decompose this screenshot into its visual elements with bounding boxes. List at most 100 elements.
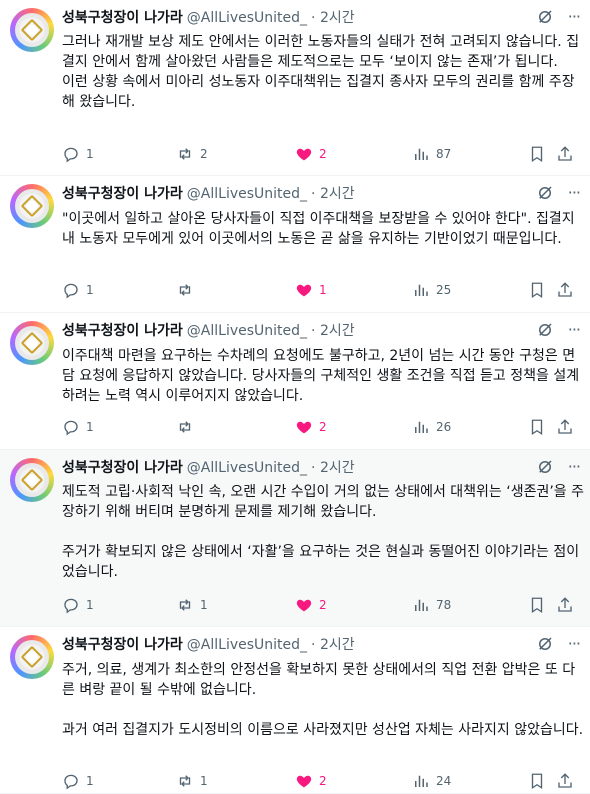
like-icon [295, 145, 313, 163]
like-button[interactable]: 1 [295, 280, 327, 300]
grok-icon[interactable] [536, 321, 554, 339]
timestamp[interactable]: · 2시간 [311, 460, 355, 476]
reply-icon [62, 418, 80, 436]
more-icon[interactable]: ··· [568, 8, 581, 26]
views-count: 78 [436, 598, 452, 612]
views-button[interactable]: 24 [412, 771, 451, 791]
more-icon[interactable]: ··· [568, 184, 581, 202]
bookmark-icon [528, 281, 546, 299]
reply-button[interactable]: 1 [62, 771, 94, 791]
bookmark-button[interactable] [528, 595, 546, 615]
views-button[interactable]: 26 [412, 417, 451, 437]
like-count: 2 [319, 598, 327, 612]
more-icon[interactable]: ··· [568, 458, 581, 476]
display-name[interactable]: 성북구청장이 나가라 [62, 323, 183, 339]
header-actions: ··· [536, 8, 581, 26]
bookmark-button[interactable] [528, 280, 546, 300]
reply-button[interactable]: 1 [62, 280, 94, 300]
timestamp[interactable]: · 2시간 [311, 323, 355, 339]
repost-button[interactable] [176, 280, 200, 300]
user-handle[interactable]: @AllLivesUnited_ [187, 10, 307, 26]
user-handle[interactable]: @AllLivesUnited_ [187, 186, 307, 202]
timestamp[interactable]: · 2시간 [311, 10, 355, 26]
reply-button[interactable]: 1 [62, 417, 94, 437]
bookmark-icon [528, 596, 546, 614]
share-button[interactable] [556, 280, 574, 300]
avatar[interactable] [10, 458, 54, 502]
timestamp[interactable]: · 2시간 [311, 186, 355, 202]
avatar[interactable] [10, 8, 54, 52]
tweet[interactable]: 성북구청장이 나가라 @AllLivesUnited_ · 2시간 ··· 제도적 고립… [0, 450, 590, 627]
like-button[interactable]: 2 [295, 417, 327, 437]
repost-button[interactable]: 1 [176, 771, 208, 791]
tweet-paragraph: 과거 여러 집결지가 도시정비의 이름으로 사라졌지만 성산업 자체는 사라지지… [62, 722, 584, 738]
like-button[interactable]: 2 [295, 595, 327, 615]
grok-icon[interactable] [536, 8, 554, 26]
repost-icon [176, 418, 194, 436]
bookmark-button[interactable] [528, 417, 546, 437]
views-button[interactable]: 78 [412, 595, 451, 615]
tweet-paragraph: 이런 상황 속에서 미아리 성노동자 이주대책위는 집결지 종사자 모두의 권리… [62, 74, 575, 110]
grok-icon[interactable] [536, 184, 554, 202]
timestamp[interactable]: · 2시간 [311, 637, 355, 653]
share-button[interactable] [556, 144, 574, 164]
reply-count: 1 [86, 774, 94, 788]
views-icon [412, 145, 430, 163]
reply-icon [62, 772, 80, 790]
user-handle[interactable]: @AllLivesUnited_ [187, 460, 307, 476]
user-handle[interactable]: @AllLivesUnited_ [187, 323, 307, 339]
tweet-paragraph: 그러나 재개발 보상 제도 안에서는 이러한 노동자들의 실태가 전혀 고려되지… [62, 34, 580, 70]
reply-button[interactable]: 1 [62, 144, 94, 164]
repost-icon [176, 145, 194, 163]
tweet[interactable]: 성북구청장이 나가라 @AllLivesUnited_ · 2시간 ··· 이주대책 마… [0, 313, 590, 450]
repost-button[interactable]: 1 [176, 595, 208, 615]
tweet-text: 그러나 재개발 보상 제도 안에서는 이러한 노동자들의 실태가 전혀 고려되지… [62, 32, 586, 112]
share-button[interactable] [556, 417, 574, 437]
like-button[interactable]: 2 [295, 771, 327, 791]
views-button[interactable]: 25 [412, 280, 451, 300]
display-name[interactable]: 성북구청장이 나가라 [62, 10, 183, 26]
avatar[interactable] [10, 635, 54, 679]
user-handle[interactable]: @AllLivesUnited_ [187, 637, 307, 653]
display-name[interactable]: 성북구청장이 나가라 [62, 186, 183, 202]
tweet-actions: 1 2 26 [62, 417, 582, 437]
repost-button[interactable] [176, 417, 200, 437]
share-icon [556, 772, 574, 790]
like-count: 1 [319, 283, 327, 297]
tweet-actions: 1 1 25 [62, 280, 582, 300]
reply-count: 1 [86, 147, 94, 161]
repost-button[interactable]: 2 [176, 144, 208, 164]
views-icon [412, 418, 430, 436]
bookmark-icon [528, 772, 546, 790]
reply-button[interactable]: 1 [62, 595, 94, 615]
share-icon [556, 418, 574, 436]
more-icon[interactable]: ··· [568, 635, 581, 653]
more-icon[interactable]: ··· [568, 321, 581, 339]
tweet[interactable]: 성북구청장이 나가라 @AllLivesUnited_ · 2시간 ··· "이곳에서 … [0, 176, 590, 313]
repost-count: 1 [200, 598, 208, 612]
grok-icon[interactable] [536, 635, 554, 653]
avatar[interactable] [10, 184, 54, 228]
display-name[interactable]: 성북구청장이 나가라 [62, 637, 183, 653]
tweet-paragraph: 주거, 의료, 생계가 최소한의 안정선을 확보하지 못한 상태에서의 직업 전… [62, 662, 576, 698]
share-button[interactable] [556, 595, 574, 615]
views-button[interactable]: 87 [412, 144, 451, 164]
repost-icon [176, 596, 194, 614]
display-name[interactable]: 성북구청장이 나가라 [62, 460, 183, 476]
tweet-actions: 1 2 2 87 [62, 144, 582, 164]
bookmark-icon [528, 145, 546, 163]
repost-icon [176, 772, 194, 790]
grok-icon[interactable] [536, 458, 554, 476]
reply-icon [62, 281, 80, 299]
bookmark-button[interactable] [528, 771, 546, 791]
bookmark-button[interactable] [528, 144, 546, 164]
share-icon [556, 145, 574, 163]
avatar[interactable] [10, 321, 54, 365]
repost-count: 2 [200, 147, 208, 161]
share-button[interactable] [556, 771, 574, 791]
like-button[interactable]: 2 [295, 144, 327, 164]
reply-count: 1 [86, 598, 94, 612]
tweet-header: 성북구청장이 나가라 @AllLivesUnited_ · 2시간 ··· [62, 635, 581, 655]
tweet[interactable]: 성북구청장이 나가라 @AllLivesUnited_ · 2시간 ··· 그러나 재개… [0, 0, 590, 176]
tweet[interactable]: 성북구청장이 나가라 @AllLivesUnited_ · 2시간 ··· 주거, 의료… [0, 627, 590, 794]
